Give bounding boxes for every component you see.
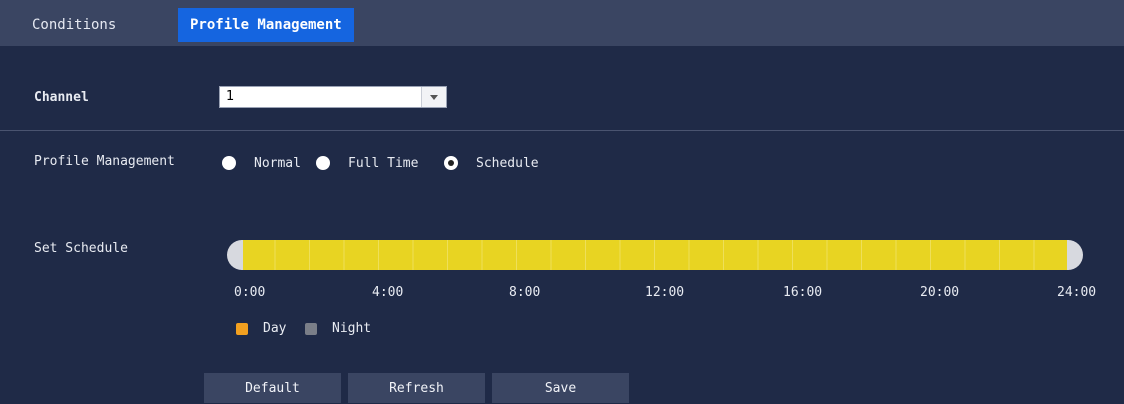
day-period-bar <box>241 240 1069 270</box>
time-tick: 16:00 <box>783 285 823 300</box>
legend-night: Night <box>305 321 371 336</box>
radio-full-time[interactable]: Full Time <box>316 155 418 171</box>
channel-select[interactable]: 1 <box>219 86 447 108</box>
save-button[interactable]: Save <box>492 373 629 403</box>
profile-management-label: Profile Management <box>34 154 175 169</box>
end-handle[interactable] <box>1067 240 1083 270</box>
legend-day: Day <box>236 321 286 336</box>
channel-label: Channel <box>34 90 89 105</box>
chevron-down-icon[interactable] <box>421 87 446 107</box>
radio-normal[interactable]: Normal <box>222 155 301 171</box>
radio-button-checked-icon[interactable] <box>444 156 458 170</box>
day-swatch-icon <box>236 322 248 335</box>
time-tick: 24:00 <box>1057 285 1097 300</box>
time-tick: 20:00 <box>920 285 960 300</box>
radio-schedule-label: Schedule <box>476 155 539 171</box>
refresh-button[interactable]: Refresh <box>348 373 485 403</box>
time-tick: 0:00 <box>234 285 266 300</box>
tab-profile-management[interactable]: Profile Management <box>178 8 354 42</box>
radio-schedule[interactable]: Schedule <box>444 155 539 171</box>
set-schedule-label: Set Schedule <box>34 241 128 256</box>
time-tick: 8:00 <box>509 285 541 300</box>
channel-select-value: 1 <box>226 89 235 104</box>
start-handle[interactable] <box>227 240 243 270</box>
radio-button-icon[interactable] <box>222 156 236 170</box>
time-tick: 12:00 <box>645 285 685 300</box>
time-tick: 4:00 <box>372 285 404 300</box>
divider <box>0 130 1124 131</box>
night-swatch-icon <box>305 322 317 335</box>
schedule-slider[interactable] <box>227 238 1083 272</box>
tab-conditions[interactable]: Conditions <box>20 8 128 42</box>
legend-night-label: Night <box>332 321 372 336</box>
legend-day-label: Day <box>263 321 287 336</box>
default-button[interactable]: Default <box>204 373 341 403</box>
radio-normal-label: Normal <box>254 155 301 171</box>
radio-button-icon[interactable] <box>316 156 330 170</box>
radio-full-time-label: Full Time <box>348 155 419 171</box>
tab-bar: Conditions Profile Management <box>0 0 1124 46</box>
